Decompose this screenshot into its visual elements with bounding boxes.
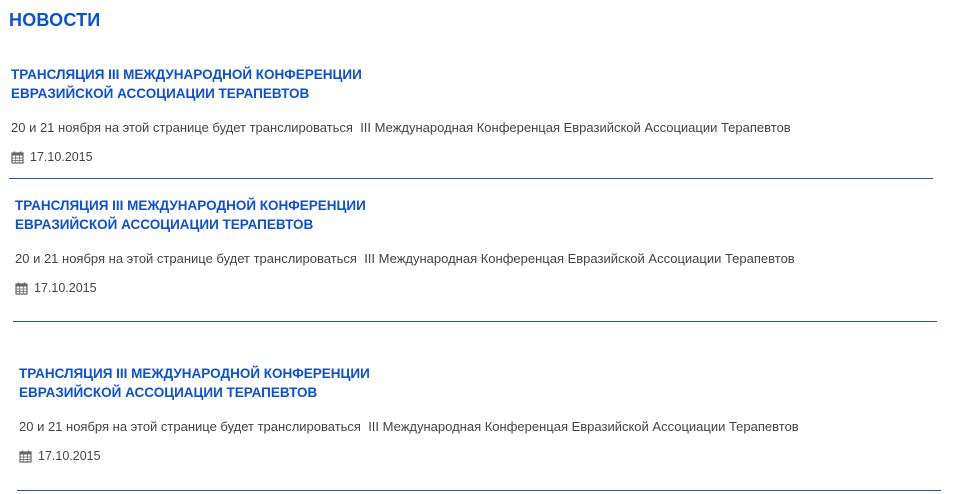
news-title-link[interactable]: ТРАНСЛЯЦИЯ III МЕЖДУНАРОДНОЙ КОНФЕРЕНЦИИ… bbox=[11, 65, 791, 103]
news-divider bbox=[9, 178, 933, 179]
page-title: НОВОСТИ bbox=[9, 10, 101, 30]
news-date: 17.10.2015 bbox=[38, 449, 101, 463]
news-item: ТРАНСЛЯЦИЯ III МЕЖДУНАРОДНОЙ КОНФЕРЕНЦИИ… bbox=[11, 65, 791, 165]
news-date: 17.10.2015 bbox=[34, 281, 97, 295]
news-description: 20 и 21 ноября на этой странице будет тр… bbox=[11, 120, 791, 135]
news-description: 20 и 21 ноября на этой странице будет тр… bbox=[15, 251, 795, 266]
calendar-icon bbox=[15, 282, 28, 295]
news-date: 17.10.2015 bbox=[30, 150, 93, 164]
news-title-link[interactable]: ТРАНСЛЯЦИЯ III МЕЖДУНАРОДНОЙ КОНФЕРЕНЦИИ… bbox=[15, 196, 795, 234]
news-date-row: 17.10.2015 bbox=[19, 448, 799, 464]
news-description: 20 и 21 ноября на этой странице будет тр… bbox=[19, 419, 799, 434]
news-divider bbox=[17, 490, 941, 491]
calendar-icon bbox=[11, 151, 24, 164]
news-item: ТРАНСЛЯЦИЯ III МЕЖДУНАРОДНОЙ КОНФЕРЕНЦИИ… bbox=[19, 364, 799, 464]
news-title-link[interactable]: ТРАНСЛЯЦИЯ III МЕЖДУНАРОДНОЙ КОНФЕРЕНЦИИ… bbox=[19, 364, 799, 402]
news-date-row: 17.10.2015 bbox=[11, 149, 791, 165]
news-date-row: 17.10.2015 bbox=[15, 280, 795, 296]
news-item: ТРАНСЛЯЦИЯ III МЕЖДУНАРОДНОЙ КОНФЕРЕНЦИИ… bbox=[15, 196, 795, 296]
calendar-icon bbox=[19, 450, 32, 463]
news-divider bbox=[13, 321, 937, 322]
